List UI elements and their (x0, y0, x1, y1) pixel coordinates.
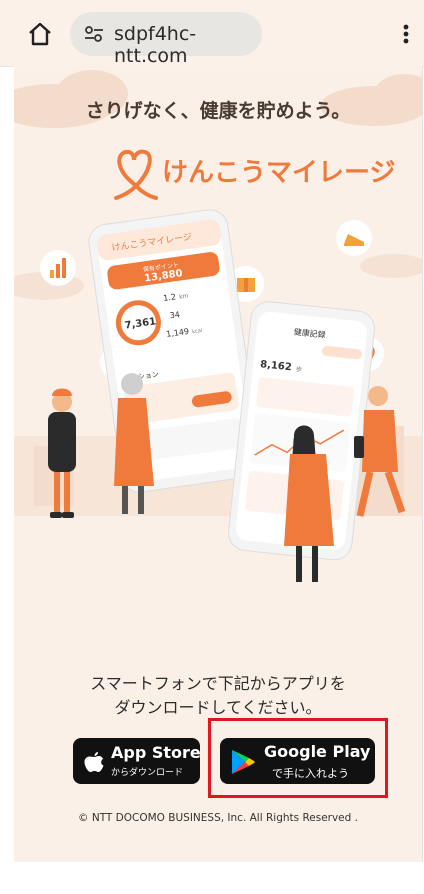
app-store-button[interactable]: App Store からダウンロード (73, 738, 201, 784)
tune-icon[interactable] (84, 25, 104, 43)
shoe-icon (336, 220, 372, 256)
more-vert-icon[interactable] (394, 20, 418, 48)
url-text: sdpf4hc-ntt.com (114, 23, 197, 67)
browser-toolbar: sdpf4hc-ntt.com (0, 0, 424, 67)
download-instruction-line2: ダウンロードしてください。 (114, 698, 322, 717)
phone2-steps-unit: 歩 (296, 365, 303, 374)
apple-icon (84, 752, 104, 772)
copyright: © NTT DOCOMO BUSINESS, Inc. All Rights R… (78, 812, 358, 824)
brand-name: けんこうマイレージ (162, 158, 396, 188)
phone1-distance: 1.2 (163, 292, 177, 303)
app-phone-home: けんこうマイレージ 保有ポイント 13,880 7,361 1.2 km 34 … (88, 209, 261, 493)
download-instruction-line1: スマートフォンで下記からアプリを (90, 674, 346, 693)
app-store-title: App Store (111, 743, 201, 762)
person-walking-left (48, 388, 76, 518)
phone1-distance-unit: km (179, 293, 189, 301)
phone1-floors: 34 (169, 310, 180, 320)
tagline: さりげなく、健康を貯めよう。 (85, 100, 351, 122)
landing-page: さりげなく、健康を貯めよう。 けんこうマイレージ けんこうマイレージ 保有ポイン… (14, 66, 423, 862)
chart-icon (40, 250, 76, 286)
home-icon[interactable] (26, 20, 54, 48)
hero-illustration: けんこうマイレージ 保有ポイント 13,880 7,361 1.2 km 34 … (14, 186, 422, 606)
highlight-box (208, 718, 388, 798)
address-bar[interactable]: sdpf4hc-ntt.com (70, 12, 262, 67)
download-instruction: スマートフォンで下記からアプリを ダウンロードしてください。 (14, 672, 422, 720)
app-store-subtitle: からダウンロード (111, 768, 184, 778)
